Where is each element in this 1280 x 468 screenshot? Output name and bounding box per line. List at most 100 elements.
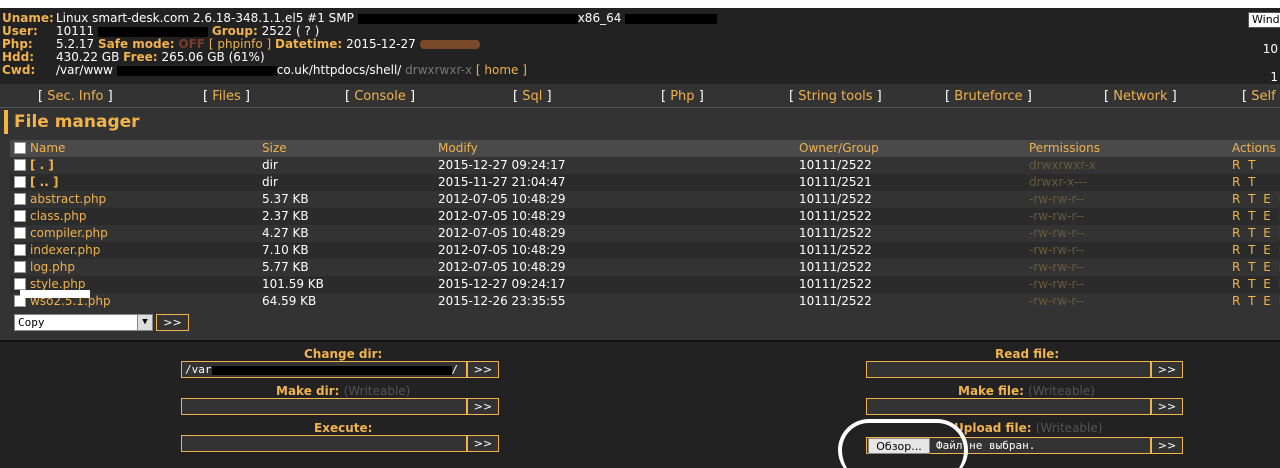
- table-row: [ .. ] dir 2015-11-27 21:04:47 10111/2521 dr…: [10, 174, 1280, 191]
- file-size: 5.37 KB: [262, 192, 309, 206]
- menu-item-sql[interactable]: [ Sql ]: [513, 89, 552, 104]
- file-name-link[interactable]: style.php: [30, 277, 85, 291]
- row-checkbox[interactable]: [14, 277, 26, 290]
- php-version: 5.2.17: [56, 37, 95, 51]
- file-permissions[interactable]: -rw-rw-r--: [1029, 293, 1084, 310]
- file-actions[interactable]: R T: [1232, 157, 1257, 174]
- file-actions[interactable]: R T E D: [1232, 191, 1280, 208]
- table-row: abstract.php 5.37 KB 2012-07-05 10:48:29 10…: [10, 191, 1280, 208]
- change-dir-submit-button[interactable]: >>: [467, 361, 499, 378]
- file-size: dir: [262, 158, 278, 172]
- server-info-header: Uname: Linux smart-desk.com 2.6.18-348.1.…: [0, 8, 1280, 84]
- file-manager-title: File manager: [4, 110, 140, 134]
- read-file-submit-button[interactable]: >>: [1151, 361, 1183, 378]
- column-header-owner[interactable]: Owner/Group: [799, 140, 879, 157]
- file-permissions[interactable]: -rw-rw-r--: [1029, 276, 1084, 293]
- row-checkbox[interactable]: [14, 158, 26, 171]
- menu-item-network[interactable]: [ Network ]: [1104, 89, 1177, 104]
- windows-button[interactable]: Wind: [1248, 12, 1280, 28]
- menu-item-files[interactable]: [ Files ]: [203, 89, 250, 104]
- file-owner: 10111/2522: [799, 260, 872, 274]
- menu-item-bruteforce[interactable]: [ Bruteforce ]: [945, 89, 1032, 104]
- file-size: 7.10 KB: [262, 243, 309, 257]
- row-checkbox[interactable]: [14, 243, 26, 256]
- change-dir-input[interactable]: /var /: [181, 361, 467, 378]
- row-checkbox[interactable]: [14, 260, 26, 273]
- file-name-link[interactable]: indexer.php: [30, 243, 100, 257]
- file-size: 4.27 KB: [262, 226, 309, 240]
- make-dir-input[interactable]: [181, 398, 467, 415]
- menu-item-string-tools[interactable]: [ String tools ]: [789, 89, 882, 104]
- execute-submit-button[interactable]: >>: [467, 435, 499, 452]
- row-checkbox[interactable]: [14, 226, 26, 239]
- file-name-link[interactable]: [ . ]: [30, 158, 54, 172]
- execute-input[interactable]: [181, 435, 467, 452]
- row-checkbox[interactable]: [14, 192, 26, 205]
- menu-item-self[interactable]: [ Self: [1242, 89, 1276, 104]
- file-permissions[interactable]: -rw-rw-r--: [1029, 242, 1084, 259]
- file-actions[interactable]: R T E D: [1232, 242, 1280, 259]
- file-permissions[interactable]: -rw-rw-r--: [1029, 225, 1084, 242]
- main-menu: [ Sec. Info ] [ Files ] [ Console ] [ Sq…: [0, 86, 1280, 108]
- column-header-modify[interactable]: Modify: [438, 140, 478, 157]
- make-dir-submit-button[interactable]: >>: [467, 398, 499, 415]
- column-header-permissions[interactable]: Permissions: [1029, 140, 1100, 157]
- file-owner: 10111/2521: [799, 175, 872, 189]
- hdd-row: Hdd: 430.22 GB Free: 265.06 GB (61%): [2, 51, 265, 64]
- upload-file-submit-button[interactable]: >>: [1151, 437, 1183, 454]
- table-row: compiler.php 4.27 KB 2012-07-05 10:48:29 10…: [10, 225, 1280, 242]
- make-dir-label: Make dir: (Writeable): [276, 384, 411, 398]
- file-actions[interactable]: R T E D: [1232, 208, 1280, 225]
- file-actions[interactable]: R T E D: [1232, 225, 1280, 242]
- file-owner: 10111/2522: [799, 277, 872, 291]
- select-all-checkbox[interactable]: [14, 141, 26, 154]
- file-permissions[interactable]: drwxr-x---: [1029, 174, 1087, 191]
- column-header-actions: Actions: [1232, 141, 1276, 155]
- file-actions[interactable]: R T E D: [1232, 293, 1280, 310]
- menu-item-sec-info[interactable]: [ Sec. Info ]: [38, 89, 113, 104]
- column-header-size[interactable]: Size: [262, 140, 287, 157]
- uname-value: Linux smart-desk.com 2.6.18-348.1.1.el5 …: [56, 11, 354, 25]
- table-row: indexer.php 7.10 KB 2012-07-05 10:48:29 101…: [10, 242, 1280, 259]
- top-strip: [0, 0, 1280, 8]
- hdd-total: 430.22 GB: [56, 50, 120, 64]
- menu-item-console[interactable]: [ Console ]: [345, 89, 415, 104]
- file-name-link[interactable]: log.php: [30, 260, 75, 274]
- file-permissions[interactable]: -rw-rw-r--: [1029, 259, 1084, 276]
- action-select[interactable]: Copy ▼: [14, 314, 153, 331]
- file-actions[interactable]: R T E D: [1232, 259, 1280, 276]
- file-rows: [ . ] dir 2015-12-27 09:24:17 10111/2522 drw…: [10, 157, 1280, 310]
- file-name-link[interactable]: [ .. ]: [30, 175, 58, 189]
- make-file-submit-button[interactable]: >>: [1151, 398, 1183, 415]
- table-row: log.php 5.77 KB 2012-07-05 10:48:29 10111/2…: [10, 259, 1280, 276]
- row-checkbox[interactable]: [14, 175, 26, 188]
- redaction: [20, 290, 90, 298]
- file-name-link[interactable]: compiler.php: [30, 226, 108, 240]
- chevron-down-icon[interactable]: ▼: [137, 315, 152, 330]
- bulk-action-submit-button[interactable]: >>: [156, 314, 189, 331]
- change-dir-label: Change dir:: [304, 347, 383, 361]
- file-permissions[interactable]: -rw-rw-r--: [1029, 208, 1084, 225]
- home-link[interactable]: [ home ]: [476, 63, 527, 77]
- file-actions[interactable]: R T: [1232, 174, 1257, 191]
- file-table: Name Size Modify Owner/Group Permissions…: [10, 140, 1280, 310]
- read-file-input[interactable]: [866, 361, 1151, 378]
- hdd-free: 265.06 GB (61%): [161, 50, 265, 64]
- menu-item-php[interactable]: [ Php ]: [661, 89, 704, 104]
- file-modified: 2015-12-27 09:24:17: [438, 277, 566, 291]
- cwd-path-end[interactable]: co.uk/httpdocs/shell/: [277, 63, 402, 77]
- file-size: 64.59 KB: [262, 294, 317, 308]
- file-actions[interactable]: R T E D: [1232, 276, 1280, 293]
- file-permissions[interactable]: -rw-rw-r--: [1029, 191, 1084, 208]
- row-checkbox[interactable]: [14, 209, 26, 222]
- file-permissions[interactable]: drwxrwxr-x: [1029, 157, 1096, 174]
- table-row: wso2.5.1.php 64.59 KB 2015-12-26 23:35:55 1…: [10, 290, 1280, 310]
- file-name-link[interactable]: class.php: [30, 209, 86, 223]
- phpinfo-link[interactable]: [ phpinfo ]: [209, 37, 271, 51]
- make-file-input[interactable]: [866, 398, 1151, 415]
- column-header-name[interactable]: Name: [30, 141, 65, 155]
- file-size: 101.59 KB: [262, 277, 324, 291]
- cwd-path-start[interactable]: /var/www: [56, 63, 113, 77]
- group-label: Group:: [211, 24, 258, 38]
- file-name-link[interactable]: abstract.php: [30, 192, 106, 206]
